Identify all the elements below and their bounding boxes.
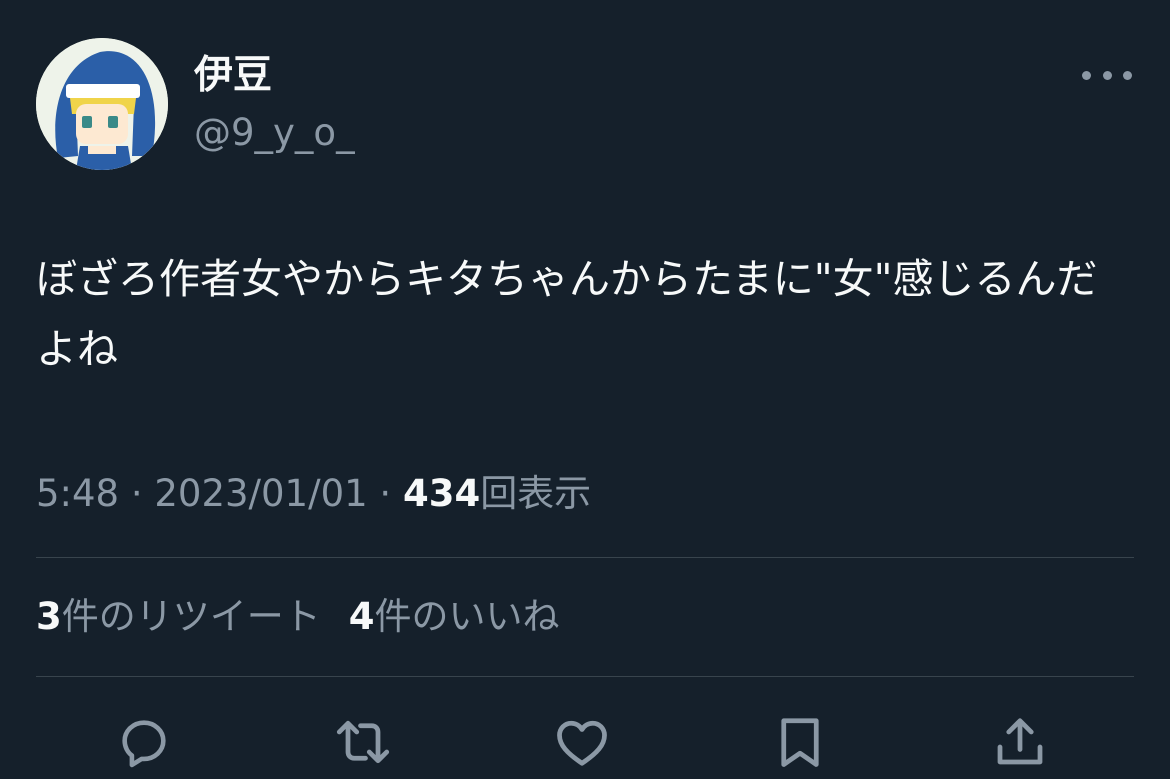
engagement-stats: 3件のリツイート 4件のいいね (36, 593, 560, 641)
divider (36, 676, 1134, 677)
divider (36, 557, 1134, 558)
retweet-icon (336, 720, 390, 764)
retweets-count: 3 (36, 595, 62, 638)
dot (1123, 70, 1132, 80)
display-name[interactable]: 伊豆 (194, 52, 272, 100)
dot (1082, 70, 1091, 80)
tweet-date[interactable]: 2023/01/01 (154, 472, 367, 515)
user-handle[interactable]: @9_y_o_ (194, 110, 355, 156)
tweet-meta: 5:48 · 2023/01/01 · 434回表示 (36, 470, 591, 518)
reply-icon (122, 720, 166, 768)
share-button[interactable] (990, 712, 1050, 772)
bookmark-button[interactable] (770, 712, 830, 772)
share-icon (997, 718, 1043, 765)
likes-stat[interactable]: 4件のいいね (349, 595, 560, 638)
retweet-button[interactable] (333, 712, 393, 772)
retweets-label: 件のリツイート (61, 595, 321, 638)
meta-separator: · (379, 472, 392, 515)
views-label: 回表示 (480, 472, 592, 515)
likes-label: 件のいいね (374, 595, 560, 638)
more-options-icon[interactable] (1082, 60, 1132, 90)
like-button[interactable] (552, 712, 612, 772)
avatar[interactable] (36, 38, 168, 170)
meta-separator: · (130, 472, 143, 515)
tweet-time[interactable]: 5:48 (36, 472, 119, 515)
likes-count: 4 (348, 595, 375, 638)
heart-icon (557, 720, 607, 766)
tweet-text: ぼざろ作者女やからキタちゃんからたまに"女"感じるんだよね (36, 255, 1098, 373)
dot (1102, 70, 1112, 80)
reply-button[interactable] (114, 712, 174, 772)
retweets-stat[interactable]: 3件のリツイート (36, 595, 321, 638)
views-count: 434 (402, 472, 481, 515)
avatar-image (36, 38, 168, 170)
bookmark-icon (781, 718, 819, 767)
